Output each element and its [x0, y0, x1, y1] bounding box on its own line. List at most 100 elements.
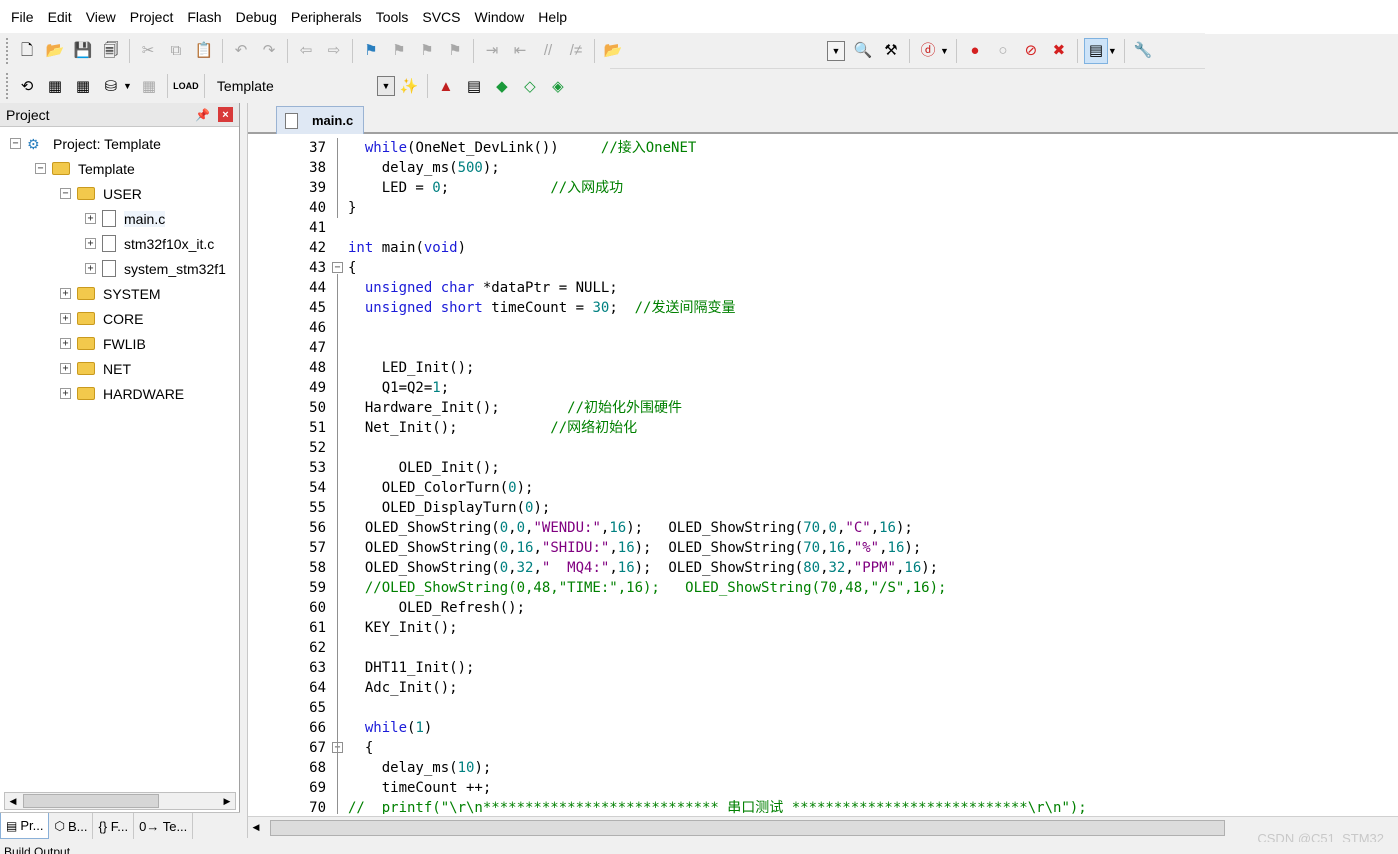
tree-item[interactable]: + CORE: [60, 306, 143, 331]
scroll-thumb[interactable]: [23, 794, 159, 808]
debug-session-icon[interactable]: ⓓ: [916, 38, 940, 64]
code-line[interactable]: 70 // printf("\r\n***********************…: [248, 798, 1398, 814]
rebuild-icon[interactable]: ▦: [71, 73, 95, 99]
pack-installer-icon[interactable]: ◇: [518, 73, 542, 99]
code-line[interactable]: 50 Hardware_Init(); //初始化外围硬件: [248, 398, 1398, 418]
code-line[interactable]: 52: [248, 438, 1398, 458]
bookmark-icon[interactable]: ⚑: [359, 38, 383, 64]
tree-item[interactable]: + stm32f10x_it.c: [85, 231, 214, 256]
new-file-icon[interactable]: 🗋: [15, 38, 39, 64]
code-line[interactable]: 40}: [248, 198, 1398, 218]
build-icon[interactable]: ▦: [43, 73, 67, 99]
code-line[interactable]: 67− {: [248, 738, 1398, 758]
expand-icon[interactable]: +: [60, 288, 71, 299]
code-line[interactable]: 66 while(1): [248, 718, 1398, 738]
code-line[interactable]: 51 Net_Init(); //网络初始化: [248, 418, 1398, 438]
tree-item[interactable]: − ⚙ Project: Template: [10, 131, 161, 156]
tab-functions[interactable]: {} F...: [93, 813, 135, 839]
code-line[interactable]: 60 OLED_Refresh();: [248, 598, 1398, 618]
code-line[interactable]: 44 unsigned char *dataPtr = NULL;: [248, 278, 1398, 298]
tree-item[interactable]: + system_stm32f1: [85, 256, 226, 281]
code-line[interactable]: 62: [248, 638, 1398, 658]
expand-icon[interactable]: +: [60, 388, 71, 399]
code-line[interactable]: 48 LED_Init();: [248, 358, 1398, 378]
target-options-icon[interactable]: ✨: [397, 73, 421, 99]
code-line[interactable]: 56 OLED_ShowString(0,0,"WENDU:",16); OLE…: [248, 518, 1398, 538]
tab-main-c[interactable]: main.c: [276, 106, 364, 134]
select-packs-icon[interactable]: ◆: [490, 73, 514, 99]
toolbar-grip[interactable]: [6, 37, 9, 64]
collapse-icon[interactable]: −: [35, 163, 46, 174]
menu-view[interactable]: View: [79, 0, 123, 34]
expand-icon[interactable]: +: [85, 263, 96, 274]
menu-peripherals[interactable]: Peripherals: [284, 0, 369, 34]
menu-window[interactable]: Window: [468, 0, 532, 34]
paste-icon[interactable]: 📋: [192, 38, 216, 64]
menu-debug[interactable]: Debug: [229, 0, 284, 34]
clear-bookmarks-icon[interactable]: ⚑: [443, 38, 467, 64]
menu-svcs[interactable]: SVCS: [415, 0, 467, 34]
expand-icon[interactable]: +: [60, 313, 71, 324]
scroll-thumb[interactable]: [270, 819, 1225, 836]
code-editor[interactable]: 37 while(OneNet_DevLink()) //接入OneNET 38 …: [248, 136, 1398, 814]
code-line[interactable]: 58 OLED_ShowString(0,32," MQ4:",16); OLE…: [248, 558, 1398, 578]
tree-item[interactable]: + HARDWARE: [60, 381, 184, 406]
tree-item[interactable]: − USER: [60, 181, 142, 206]
scroll-right-icon[interactable]: ▶: [219, 793, 235, 809]
window-layout-icon[interactable]: ▤: [1083, 37, 1108, 64]
code-line[interactable]: 49 Q1=Q2=1;: [248, 378, 1398, 398]
close-icon[interactable]: ×: [218, 107, 233, 122]
insert-breakpoint-icon[interactable]: ●: [963, 38, 987, 64]
code-line[interactable]: 41: [248, 218, 1398, 238]
undo-icon[interactable]: ↶: [229, 38, 253, 64]
scroll-left-icon[interactable]: ◀: [5, 793, 21, 809]
code-line[interactable]: 47: [248, 338, 1398, 358]
fold-collapse-icon[interactable]: −: [332, 262, 343, 273]
tree-item[interactable]: + SYSTEM: [60, 281, 161, 306]
expand-icon[interactable]: +: [85, 213, 96, 224]
nav-back-icon[interactable]: ⇦: [294, 38, 318, 64]
toolbar-grip[interactable]: [6, 73, 9, 99]
code-line[interactable]: 46: [248, 318, 1398, 338]
code-line[interactable]: 57 OLED_ShowString(0,16,"SHIDU:",16); OL…: [248, 538, 1398, 558]
find-in-files-icon[interactable]: 📂: [601, 38, 625, 64]
indent-icon[interactable]: ⇥: [480, 38, 504, 64]
rte-icon[interactable]: ◈: [546, 73, 570, 99]
tree-item[interactable]: + FWLIB: [60, 331, 146, 356]
batch-build-icon[interactable]: ⛁: [99, 73, 123, 99]
pin-icon[interactable]: 📌: [195, 108, 210, 122]
incremental-find-icon[interactable]: ⚒: [879, 38, 903, 64]
redo-icon[interactable]: ↷: [257, 38, 281, 64]
chevron-down-icon[interactable]: ▼: [123, 81, 132, 91]
translate-icon[interactable]: ⟲: [15, 73, 39, 99]
code-line[interactable]: 65: [248, 698, 1398, 718]
tree-item[interactable]: + NET: [60, 356, 131, 381]
menu-flash[interactable]: Flash: [180, 0, 228, 34]
menu-tools[interactable]: Tools: [369, 0, 416, 34]
tab-books[interactable]: ⬡ B...: [49, 813, 94, 839]
code-line[interactable]: 63 DHT11_Init();: [248, 658, 1398, 678]
editor-hscrollbar[interactable]: ◀: [248, 816, 1398, 838]
code-line[interactable]: 69 timeCount ++;: [248, 778, 1398, 798]
download-load-icon[interactable]: LOAD: [173, 73, 199, 99]
stop-build-icon[interactable]: ▦: [137, 73, 161, 99]
enable-breakpoint-icon[interactable]: ○: [991, 38, 1015, 64]
manage-components-icon[interactable]: ▤: [462, 73, 486, 99]
chevron-down-icon[interactable]: ▼: [940, 46, 949, 56]
code-line[interactable]: 53 OLED_Init();: [248, 458, 1398, 478]
code-line[interactable]: 59 //OLED_ShowString(0,48,"TIME:",16); O…: [248, 578, 1398, 598]
code-line[interactable]: 42 int main(void): [248, 238, 1398, 258]
project-hscrollbar[interactable]: ◀ ▶: [4, 792, 236, 810]
chevron-down-icon[interactable]: ▼: [1108, 46, 1117, 56]
code-line[interactable]: 64 Adc_Init();: [248, 678, 1398, 698]
comment-icon[interactable]: //: [536, 38, 560, 64]
code-line[interactable]: 38 delay_ms(500);: [248, 158, 1398, 178]
tree-item[interactable]: − Template: [35, 156, 135, 181]
expand-icon[interactable]: +: [60, 363, 71, 374]
configure-icon[interactable]: 🔧: [1131, 38, 1155, 64]
kill-breakpoints-icon[interactable]: ✖: [1047, 38, 1071, 64]
expand-icon[interactable]: +: [60, 338, 71, 349]
code-line[interactable]: 68 delay_ms(10);: [248, 758, 1398, 778]
tree-item[interactable]: + main.c: [85, 206, 166, 231]
menu-file[interactable]: File: [4, 0, 41, 34]
